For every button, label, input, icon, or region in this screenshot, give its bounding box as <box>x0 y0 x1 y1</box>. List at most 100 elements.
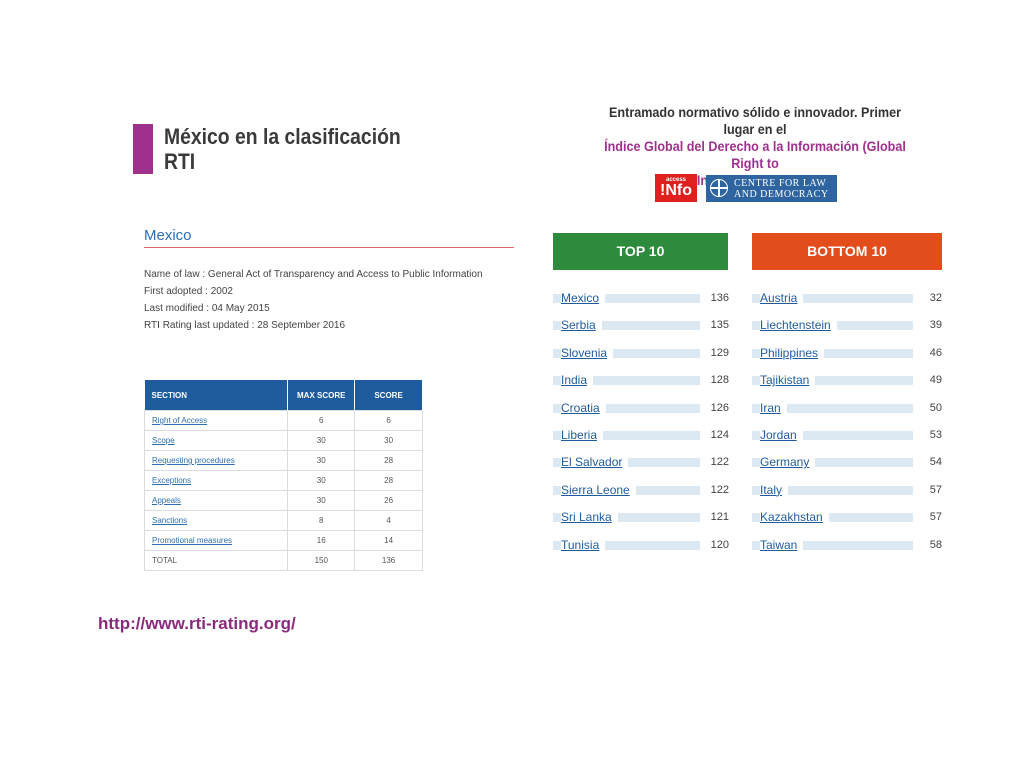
country-score: 122 <box>710 483 729 496</box>
list-item: Germany 54 <box>752 454 942 471</box>
country-link[interactable]: El Salvador <box>561 454 629 471</box>
country-link[interactable]: Croatia <box>561 399 606 416</box>
country-link[interactable]: Philippines <box>760 344 825 361</box>
access-info-logo-text: !Nfo <box>660 182 692 199</box>
section-cell[interactable]: Appeals <box>143 490 289 511</box>
score-table: SECTION MAX SCORE SCORE Right of Access 6… <box>143 380 423 571</box>
country-link[interactable]: Liberia <box>561 427 604 443</box>
country-score: 120 <box>710 538 729 551</box>
country-link[interactable]: Jordan <box>760 427 803 443</box>
list-item: Austria 32 <box>752 290 942 306</box>
list-item: Jordan 53 <box>752 427 942 443</box>
country-link[interactable]: Iran <box>760 399 787 416</box>
cld-logo-line2: AND DEMOCRACY <box>734 189 829 200</box>
score-table-header: SECTION MAX SCORE SCORE <box>144 380 423 411</box>
access-info-logo: access !Nfo <box>655 174 697 202</box>
score-cell: 6 <box>354 410 423 431</box>
country-link[interactable]: Serbia <box>561 317 602 334</box>
country-score: 129 <box>710 346 729 359</box>
law-info: Name of law : General Act of Transparenc… <box>144 266 483 334</box>
table-row: Right of Access 6 6 <box>143 410 423 431</box>
max-score-cell: 30 <box>287 470 356 491</box>
centre-for-law-and-democracy-logo: CENTRE FOR LAW AND DEMOCRACY <box>706 175 837 202</box>
header-max-score: MAX SCORE <box>287 380 356 411</box>
list-item: Liechtenstein 39 <box>752 317 942 334</box>
score-cell: 136 <box>354 550 423 571</box>
table-row: Promotional measures 16 14 <box>143 530 423 551</box>
country-score: 121 <box>710 511 729 524</box>
heading-divider <box>144 247 514 248</box>
country-score: 126 <box>710 401 729 414</box>
country-score: 57 <box>929 483 942 496</box>
max-score-cell: 8 <box>287 510 356 531</box>
max-score-cell: 150 <box>287 550 356 571</box>
max-score-cell: 30 <box>287 450 356 471</box>
slide-title: México en la clasificación RTI <box>164 124 428 174</box>
country-score: 50 <box>929 401 942 414</box>
country-link[interactable]: Slovenia <box>561 344 614 361</box>
list-item: Italy 57 <box>752 481 942 498</box>
section-cell[interactable]: Sanctions <box>143 510 289 531</box>
country-score: 53 <box>929 429 942 441</box>
score-cell: 14 <box>354 530 423 551</box>
country-link[interactable]: Sierra Leone <box>561 481 636 498</box>
section-cell[interactable]: Right of Access <box>143 410 289 431</box>
rating-updated: RTI Rating last updated : 28 September 2… <box>144 320 346 331</box>
country-link[interactable]: Taiwan <box>760 536 804 553</box>
country-link[interactable]: Mexico <box>561 290 606 306</box>
score-cell: 28 <box>354 470 423 491</box>
table-row: Appeals 30 26 <box>143 490 423 511</box>
country-score: 57 <box>929 511 942 524</box>
country-score: 122 <box>710 456 729 469</box>
slide-title-line2: RTI <box>164 149 196 174</box>
country-score: 39 <box>929 319 942 332</box>
country-score: 136 <box>710 292 729 304</box>
section-cell[interactable]: Requesting procedures <box>143 450 289 471</box>
list-item: Tajikistan 49 <box>752 372 942 389</box>
table-row: Scope 30 30 <box>143 430 423 451</box>
country-heading: Mexico <box>144 227 192 244</box>
bottom10-header: BOTTOM 10 <box>752 233 942 270</box>
country-link[interactable]: Sri Lanka <box>561 509 618 526</box>
section-cell[interactable]: Promotional measures <box>143 530 289 551</box>
list-item: Tunisia 120 <box>553 536 729 553</box>
list-item: Taiwan 58 <box>752 536 942 553</box>
list-item: Liberia 124 <box>553 427 729 443</box>
headline-line2: Índice Global del Derecho a la Informaci… <box>604 138 906 171</box>
name-of-law: Name of law : General Act of Transparenc… <box>144 269 483 280</box>
section-cell[interactable]: Exceptions <box>143 470 289 491</box>
section-cell[interactable]: Scope <box>143 430 289 451</box>
list-item: Iran 50 <box>752 399 942 416</box>
country-link[interactable]: Tunisia <box>561 536 606 553</box>
source-url-link[interactable]: http://www.rti-rating.org/ <box>98 614 296 634</box>
last-modified: Last modified : 04 May 2015 <box>144 303 270 314</box>
top10-header: TOP 10 <box>553 233 728 270</box>
score-cell: 26 <box>354 490 423 511</box>
list-item: Slovenia 129 <box>553 344 729 361</box>
country-score: 128 <box>710 374 729 387</box>
cld-logo-line1: CENTRE FOR LAW <box>734 178 827 189</box>
header-section: SECTION <box>144 380 289 411</box>
country-link[interactable]: Liechtenstein <box>760 317 837 334</box>
list-item: Sierra Leone 122 <box>553 481 729 498</box>
section-cell: TOTAL <box>143 550 289 571</box>
country-link[interactable]: India <box>561 372 594 389</box>
country-score: 54 <box>929 456 942 469</box>
table-row: Exceptions 30 28 <box>143 470 423 491</box>
country-score: 135 <box>710 319 729 332</box>
country-link[interactable]: Tajikistan <box>760 372 816 389</box>
score-cell: 30 <box>354 430 423 451</box>
country-link[interactable]: Germany <box>760 454 816 471</box>
list-item: Sri Lanka 121 <box>553 509 729 526</box>
list-item: Croatia 126 <box>553 399 729 416</box>
country-link[interactable]: Kazakhstan <box>760 509 829 526</box>
score-cell: 4 <box>354 510 423 531</box>
table-row: Sanctions 8 4 <box>143 510 423 531</box>
score-cell: 28 <box>354 450 423 471</box>
country-link[interactable]: Austria <box>760 290 804 306</box>
table-row: Requesting procedures 30 28 <box>143 450 423 471</box>
first-adopted: First adopted : 2002 <box>144 286 233 297</box>
list-item: India 128 <box>553 372 729 389</box>
country-link[interactable]: Italy <box>760 481 789 498</box>
list-item: Kazakhstan 57 <box>752 509 942 526</box>
